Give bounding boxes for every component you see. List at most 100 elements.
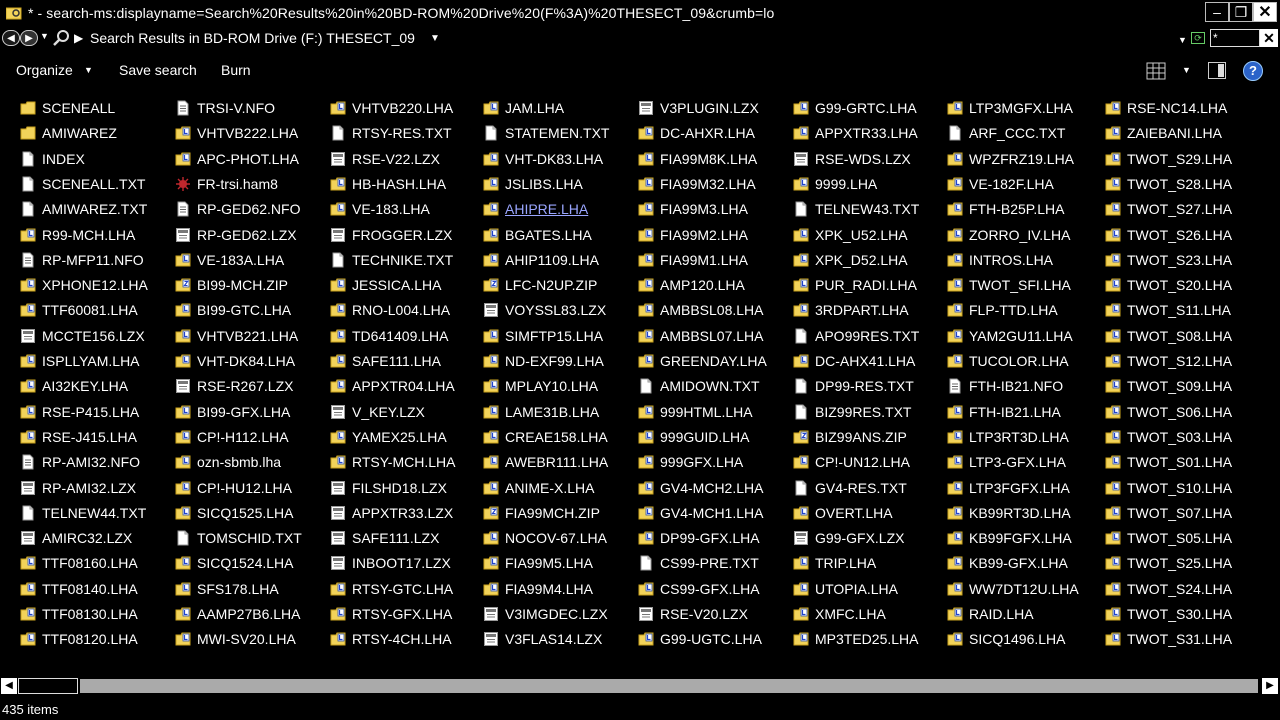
file-item[interactable]: VHTVB222.LHA bbox=[175, 121, 298, 145]
file-item[interactable]: TWOT_S31.LHA bbox=[1105, 627, 1232, 651]
file-item[interactable]: FROGGER.LZX bbox=[330, 223, 452, 247]
refresh-button[interactable]: ⟳ bbox=[1191, 32, 1205, 44]
file-item[interactable]: LFC-N2UP.ZIP bbox=[483, 273, 597, 297]
views-dropdown-icon[interactable]: ▼ bbox=[1182, 65, 1191, 75]
file-item[interactable]: YAMEX25.LHA bbox=[330, 425, 447, 449]
file-item[interactable]: FIA99M3.LHA bbox=[638, 197, 748, 221]
file-item[interactable]: BI99-GFX.LHA bbox=[175, 400, 290, 424]
file-item[interactable]: AI32KEY.LHA bbox=[20, 374, 128, 398]
file-item[interactable]: MP3TED25.LHA bbox=[793, 627, 918, 651]
file-item[interactable]: TWOT_S29.LHA bbox=[1105, 147, 1232, 171]
file-item[interactable]: TRSI-V.NFO bbox=[175, 96, 275, 120]
file-item[interactable]: FIA99MCH.ZIP bbox=[483, 501, 600, 525]
file-item[interactable]: BGATES.LHA bbox=[483, 223, 592, 247]
file-item[interactable]: LTP3-GFX.LHA bbox=[947, 450, 1066, 474]
back-button[interactable]: ◀ bbox=[2, 30, 20, 46]
file-item[interactable]: TWOT_S26.LHA bbox=[1105, 223, 1232, 247]
file-item[interactable]: VE-183.LHA bbox=[330, 197, 430, 221]
file-item[interactable]: 3RDPART.LHA bbox=[793, 298, 909, 322]
file-item[interactable]: VHT-DK83.LHA bbox=[483, 147, 603, 171]
file-item[interactable]: AMP120.LHA bbox=[638, 273, 745, 297]
file-item[interactable]: RTSY-MCH.LHA bbox=[330, 450, 455, 474]
file-item[interactable]: RTSY-RES.TXT bbox=[330, 121, 452, 145]
file-item[interactable]: FTH-IB21.LHA bbox=[947, 400, 1061, 424]
file-item[interactable]: TWOT_S01.LHA bbox=[1105, 450, 1232, 474]
file-item[interactable]: ARF_CCC.TXT bbox=[947, 121, 1065, 145]
scroll-left-button[interactable]: ◀ bbox=[1, 678, 17, 694]
file-item[interactable]: INTROS.LHA bbox=[947, 248, 1053, 272]
file-item[interactable]: LTP3RT3D.LHA bbox=[947, 425, 1069, 449]
file-item[interactable]: VHTVB221.LHA bbox=[175, 324, 298, 348]
file-item[interactable]: RSE-R267.LZX bbox=[175, 374, 293, 398]
file-item[interactable]: CS99-GFX.LHA bbox=[638, 577, 760, 601]
views-icon[interactable] bbox=[1146, 62, 1166, 80]
file-item[interactable]: WPZFRZ19.LHA bbox=[947, 147, 1074, 171]
file-item[interactable]: TTF08140.LHA bbox=[20, 577, 138, 601]
file-item[interactable]: XPK_U52.LHA bbox=[793, 223, 908, 247]
breadcrumb-dropdown-icon[interactable]: ▼ bbox=[430, 33, 440, 44]
file-item[interactable]: AMIDOWN.TXT bbox=[638, 374, 760, 398]
file-item[interactable]: AMBBSL08.LHA bbox=[638, 298, 764, 322]
file-item[interactable]: TD641409.LHA bbox=[330, 324, 449, 348]
file-item[interactable]: BI99-GTC.LHA bbox=[175, 298, 291, 322]
file-item[interactable]: ZORRO_IV.LHA bbox=[947, 223, 1070, 247]
file-item[interactable]: AWEBR111.LHA bbox=[483, 450, 608, 474]
file-item[interactable]: AMIWAREZ bbox=[20, 121, 117, 145]
file-item[interactable]: APC-PHOT.LHA bbox=[175, 147, 299, 171]
file-item[interactable]: DP99-GFX.LHA bbox=[638, 526, 760, 550]
file-item[interactable]: AHIP1109.LHA bbox=[483, 248, 599, 272]
help-button[interactable]: ? bbox=[1243, 61, 1263, 81]
file-item[interactable]: UTOPIA.LHA bbox=[793, 577, 898, 601]
file-item[interactable]: VOYSSL83.LZX bbox=[483, 298, 606, 322]
file-item[interactable]: TTF08160.LHA bbox=[20, 551, 138, 575]
file-item[interactable]: TELNEW43.TXT bbox=[793, 197, 919, 221]
file-item[interactable]: GV4-MCH1.LHA bbox=[638, 501, 763, 525]
file-item[interactable]: TWOT_S28.LHA bbox=[1105, 172, 1232, 196]
file-item[interactable]: JSLIBS.LHA bbox=[483, 172, 583, 196]
file-item[interactable]: R99-MCH.LHA bbox=[20, 223, 135, 247]
file-item[interactable]: TWOT_S25.LHA bbox=[1105, 551, 1232, 575]
file-item[interactable]: INDEX bbox=[20, 147, 85, 171]
breadcrumb-location[interactable]: Search Results in BD-ROM Drive (F:) THES… bbox=[90, 30, 415, 46]
file-item[interactable]: TWOT_S12.LHA bbox=[1105, 349, 1232, 373]
preview-pane-button[interactable] bbox=[1208, 62, 1226, 79]
file-item[interactable]: RP-GED62.LZX bbox=[175, 223, 297, 247]
organize-button[interactable]: Organize bbox=[16, 62, 73, 78]
file-item[interactable]: AHIPRE.LHA bbox=[483, 197, 588, 221]
breadcrumb-separator-icon[interactable]: ▶ bbox=[74, 31, 83, 45]
file-item[interactable]: SFS178.LHA bbox=[175, 577, 279, 601]
close-button[interactable]: ✕ bbox=[1253, 2, 1277, 22]
file-item[interactable]: TWOT_S05.LHA bbox=[1105, 526, 1232, 550]
file-item[interactable]: LTP3MGFX.LHA bbox=[947, 96, 1073, 120]
file-item[interactable]: 999HTML.LHA bbox=[638, 400, 753, 424]
file-item[interactable]: SAFE111.LZX bbox=[330, 526, 439, 550]
file-item[interactable]: INBOOT17.LZX bbox=[330, 551, 451, 575]
file-item[interactable]: TRIP.LHA bbox=[793, 551, 876, 575]
scrollbar-thumb[interactable] bbox=[18, 678, 78, 694]
file-item[interactable]: SICQ1524.LHA bbox=[175, 551, 294, 575]
search-input[interactable] bbox=[1210, 29, 1260, 47]
file-item[interactable]: V3FLAS14.LZX bbox=[483, 627, 602, 651]
file-item[interactable]: RSE-WDS.LZX bbox=[793, 147, 911, 171]
file-item[interactable]: RSE-V20.LZX bbox=[638, 602, 748, 626]
file-item[interactable]: TELNEW44.TXT bbox=[20, 501, 146, 525]
file-item[interactable]: 999GFX.LHA bbox=[638, 450, 743, 474]
file-item[interactable]: AMIWAREZ.TXT bbox=[20, 197, 147, 221]
file-item[interactable]: MCCTE156.LZX bbox=[20, 324, 145, 348]
file-item[interactable]: RSE-NC14.LHA bbox=[1105, 96, 1227, 120]
file-item[interactable]: DP99-RES.TXT bbox=[793, 374, 914, 398]
file-item[interactable]: CREAE158.LHA bbox=[483, 425, 608, 449]
file-item[interactable]: XMFC.LHA bbox=[793, 602, 886, 626]
file-item[interactable]: APPXTR33.LHA bbox=[793, 121, 918, 145]
file-item[interactable]: V3IMGDEC.LZX bbox=[483, 602, 608, 626]
file-item[interactable]: YAM2GU11.LHA bbox=[947, 324, 1073, 348]
file-item[interactable]: SCENEALL bbox=[20, 96, 115, 120]
file-item[interactable]: VHT-DK84.LHA bbox=[175, 349, 295, 373]
file-item[interactable]: SICQ1525.LHA bbox=[175, 501, 294, 525]
file-item[interactable]: FTH-IB21.NFO bbox=[947, 374, 1063, 398]
file-item[interactable]: RTSY-4CH.LHA bbox=[330, 627, 452, 651]
file-item[interactable]: TWOT_S08.LHA bbox=[1105, 324, 1232, 348]
file-item[interactable]: BI99-MCH.ZIP bbox=[175, 273, 288, 297]
file-item[interactable]: SAFE111.LHA bbox=[330, 349, 441, 373]
file-item[interactable]: GREENDAY.LHA bbox=[638, 349, 767, 373]
